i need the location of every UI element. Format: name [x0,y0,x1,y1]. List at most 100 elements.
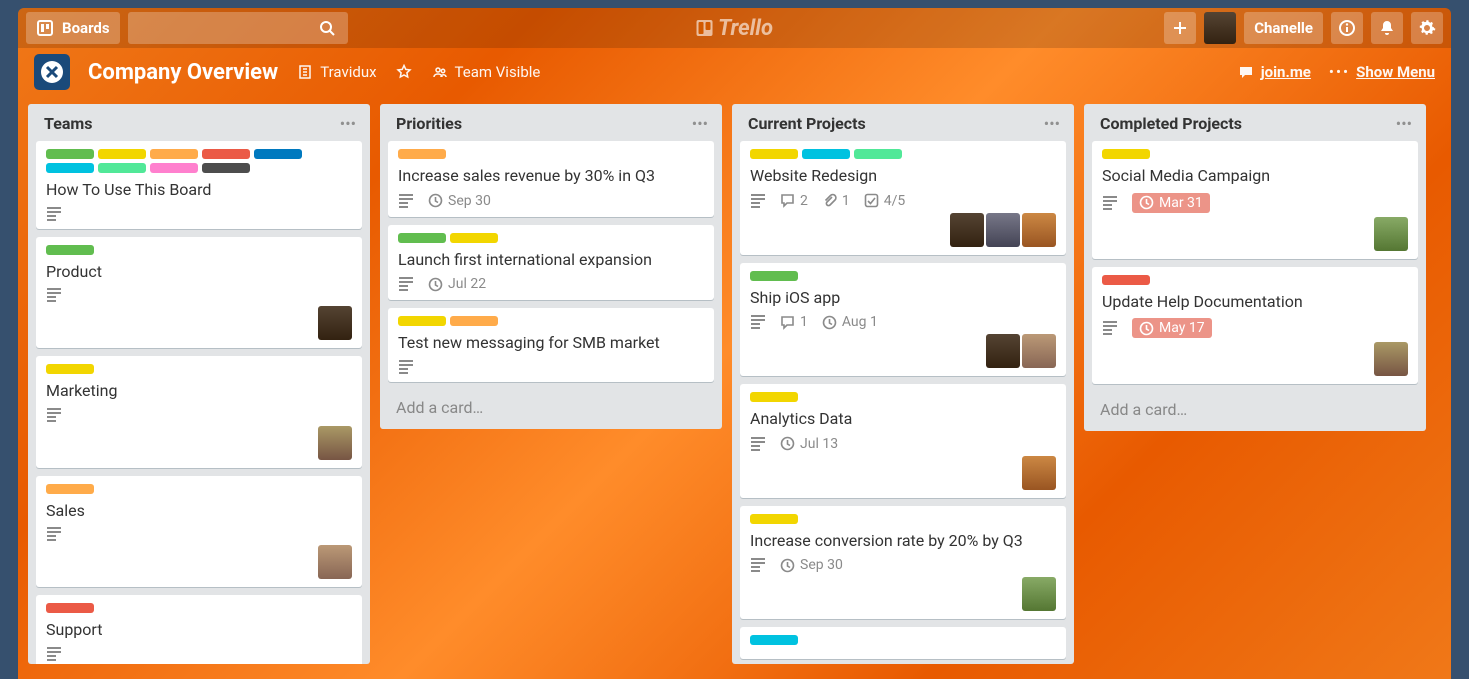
card-title: Increase conversion rate by 20% by Q3 [750,530,1056,552]
card[interactable]: Increase conversion rate by 20% by Q3 Se… [740,506,1066,620]
card[interactable] [740,627,1066,659]
list-title[interactable]: Current Projects [748,114,866,133]
card-labels [46,149,352,173]
label-orange[interactable] [150,149,198,159]
member-avatar[interactable] [986,213,1020,247]
boards-icon [36,19,54,37]
card[interactable]: Test new messaging for SMB market [388,308,714,382]
show-menu-button[interactable]: ••• Show Menu [1329,63,1435,81]
card[interactable]: Sales [36,476,362,588]
trello-logo[interactable]: Trello [696,16,773,41]
label-teal[interactable] [802,149,850,159]
user-name: Chanelle [1254,19,1313,37]
card-members [46,426,352,460]
board-title[interactable]: Company Overview [88,60,278,85]
boards-button[interactable]: Boards [26,12,120,44]
label-teal[interactable] [46,163,94,173]
label-yellow[interactable] [450,233,498,243]
member-avatar[interactable] [1022,456,1056,490]
card[interactable]: Increase sales revenue by 30% in Q3 Sep … [388,141,714,217]
star-button[interactable] [395,63,413,81]
label-orange[interactable] [398,149,446,159]
card-labels [398,149,704,159]
powerup-link[interactable]: join.me [1237,63,1311,81]
label-yellow[interactable] [46,364,94,374]
visibility-button[interactable]: Team Visible [431,63,541,81]
list-title[interactable]: Priorities [396,114,462,133]
card-members [750,334,1056,368]
add-card-button[interactable]: Add a card… [1092,392,1418,421]
member-avatar[interactable] [1022,577,1056,611]
member-avatar[interactable] [318,426,352,460]
card[interactable]: Marketing [36,356,362,468]
card-members [750,456,1056,490]
due-date-badge: Jul 22 [428,276,486,292]
label-teal[interactable] [750,635,798,645]
card[interactable]: Analytics Data Jul 13 [740,384,1066,498]
list-menu-icon[interactable]: ••• [692,114,708,133]
bell-icon [1378,19,1396,37]
attachments-badge: 1 [822,193,850,209]
label-red[interactable] [202,149,250,159]
description-icon [46,647,62,661]
card[interactable]: Product [36,237,362,349]
info-button[interactable] [1331,12,1363,44]
label-orange[interactable] [450,316,498,326]
card[interactable]: Launch first international expansion Jul… [388,225,714,301]
member-avatar[interactable] [1022,213,1056,247]
member-avatar[interactable] [1374,342,1408,376]
user-menu[interactable]: Chanelle [1244,12,1323,44]
list-menu-icon[interactable]: ••• [340,114,356,133]
org-name: Travidux [320,63,376,81]
org-icon [296,63,314,81]
list-title[interactable]: Completed Projects [1100,114,1242,133]
notifications-button[interactable] [1371,12,1403,44]
org-link[interactable]: Travidux [296,63,376,81]
search-input[interactable] [128,12,348,44]
list-title[interactable]: Teams [44,114,92,133]
card[interactable]: Support [36,595,362,664]
list-menu-icon[interactable]: ••• [1396,114,1412,133]
card[interactable]: Social Media Campaign Mar 31 [1092,141,1418,259]
label-yellow[interactable] [750,149,798,159]
label-blue[interactable] [254,149,302,159]
label-yellow[interactable] [1102,149,1150,159]
label-green[interactable] [46,149,94,159]
member-avatar[interactable] [1022,334,1056,368]
label-mint[interactable] [854,149,902,159]
label-dark[interactable] [202,163,250,173]
card[interactable]: How To Use This Board [36,141,362,229]
label-green[interactable] [750,271,798,281]
member-avatar[interactable] [950,213,984,247]
label-yellow[interactable] [750,392,798,402]
label-green[interactable] [398,233,446,243]
label-yellow[interactable] [98,149,146,159]
card-labels [750,149,1056,159]
checklist-badge: 4/5 [864,193,906,209]
card[interactable]: Ship iOS app 1 Aug 1 [740,263,1066,377]
member-avatar[interactable] [986,334,1020,368]
description-icon [1102,321,1118,335]
label-yellow[interactable] [398,316,446,326]
label-yellow[interactable] [750,514,798,524]
trello-logo-text: Trello [718,16,773,41]
label-orange[interactable] [46,484,94,494]
member-avatar[interactable] [318,306,352,340]
add-button[interactable] [1164,12,1196,44]
card[interactable]: Update Help Documentation May 17 [1092,267,1418,385]
label-red[interactable] [46,603,94,613]
label-red[interactable] [1102,275,1150,285]
list-menu-icon[interactable]: ••• [1044,114,1060,133]
card-title: How To Use This Board [46,179,352,201]
settings-button[interactable] [1411,12,1443,44]
add-card-button[interactable]: Add a card… [388,390,714,419]
member-avatar[interactable] [1374,217,1408,251]
card[interactable]: Website Redesign 2 1 4/5 [740,141,1066,255]
label-mint[interactable] [98,163,146,173]
label-green[interactable] [46,245,94,255]
topbar: Boards Trello Chanelle [18,8,1451,48]
show-menu-label: Show Menu [1356,63,1435,81]
label-pink[interactable] [150,163,198,173]
user-avatar[interactable] [1204,12,1236,44]
member-avatar[interactable] [318,545,352,579]
